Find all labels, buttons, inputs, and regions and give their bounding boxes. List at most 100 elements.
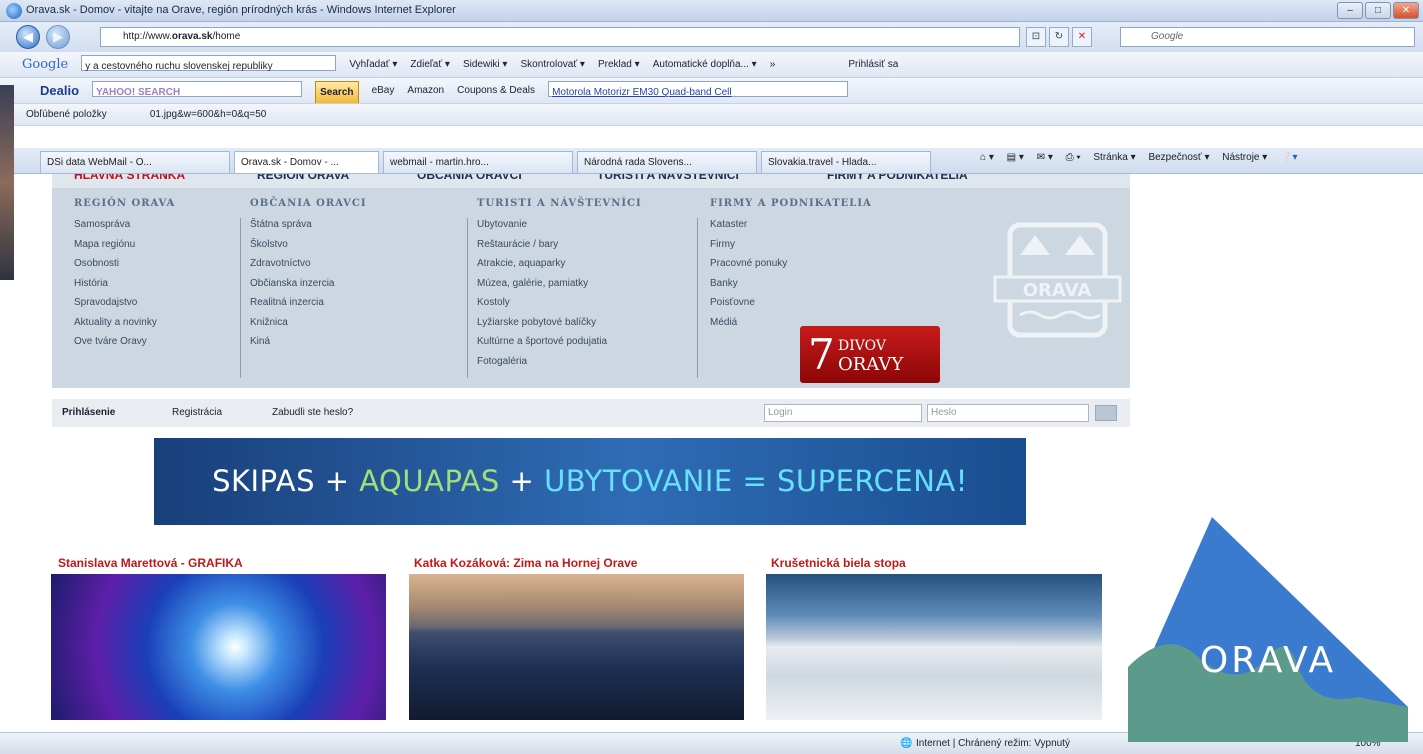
menu-col-tourists: TURISTI A NÁVŠTEVNÍCI Ubytovanie Reštaur… xyxy=(477,198,642,371)
menu-link[interactable]: Pracovné ponuky xyxy=(710,254,872,274)
google-sidewiki-button[interactable]: Sidewiki ▾ xyxy=(463,52,507,77)
google-more-button[interactable]: » xyxy=(770,52,776,77)
password-input[interactable]: Heslo xyxy=(927,404,1089,422)
google-translate-button[interactable]: Preklad ▾ xyxy=(598,52,640,77)
menu-link[interactable]: Poisťovne xyxy=(710,293,872,313)
menu-link[interactable]: Fotogaléria xyxy=(477,352,642,372)
login-submit-button[interactable] xyxy=(1095,405,1117,421)
banner-text-3: + xyxy=(499,464,545,498)
yahoo-search-input[interactable]: YAHOO! SEARCH xyxy=(92,81,303,98)
dealio-deal-link[interactable]: Motorola Motorizr EM30 Quad-band Cell xyxy=(548,81,849,98)
login-label[interactable]: Prihlásenie xyxy=(62,407,115,418)
dealio-search-button[interactable]: Search xyxy=(315,81,359,103)
menu-link[interactable]: Štátna správa xyxy=(250,215,367,235)
menu-link[interactable]: Kostoly xyxy=(477,293,642,313)
menu-link[interactable]: Realitná inzercia xyxy=(250,293,367,313)
tools-menu[interactable]: Nástroje ▾ xyxy=(1222,152,1267,163)
close-button[interactable]: ✕ xyxy=(1393,2,1419,19)
google-signin-button[interactable]: Prihlásiť sa xyxy=(848,52,898,77)
nav-home[interactable]: HLAVNÁ STRÁNKA xyxy=(74,174,185,182)
google-check-button[interactable]: Skontrolovať ▾ xyxy=(521,52,585,77)
menu-link[interactable]: Ove tváre Oravy xyxy=(74,332,175,352)
forgot-password-link[interactable]: Zabudli ste heslo? xyxy=(272,407,353,418)
promo-banner[interactable]: SKIPAS + AQUAPAS + UBYTOVANIE = SUPERCEN… xyxy=(154,438,1026,525)
article-image-2[interactable] xyxy=(409,574,744,720)
tab-webmail-dsi[interactable]: DSi data WebMail - O... xyxy=(40,151,230,173)
ie-icon xyxy=(6,3,22,19)
tab-webmail-martin[interactable]: webmail - martin.hro... xyxy=(383,151,573,173)
menu-link[interactable]: Firmy xyxy=(710,235,872,255)
coupons-link[interactable]: Coupons & Deals xyxy=(457,78,535,103)
seven-wonders-button[interactable]: 7 DIVOV ORAVY xyxy=(800,326,940,383)
article-image-1[interactable] xyxy=(51,574,386,720)
google-search-input[interactable]: y a cestovného ruchu slovenskej republik… xyxy=(81,55,337,72)
menu-link[interactable]: Školstvo xyxy=(250,235,367,255)
menu-link[interactable]: Knižnica xyxy=(250,313,367,333)
login-input[interactable]: Login xyxy=(764,404,922,422)
menu-link[interactable]: História xyxy=(74,274,175,294)
address-bar[interactable]: http://www.orava.sk/home xyxy=(100,27,1020,47)
google-autofill-button[interactable]: Automatické doplňa... ▾ xyxy=(653,52,757,77)
forward-icon[interactable]: ▶ xyxy=(46,25,70,49)
security-zone[interactable]: Internet | Chránený režim: Vypnutý xyxy=(916,738,1070,749)
menu-link[interactable]: Múzea, galérie, pamiatky xyxy=(477,274,642,294)
amazon-link[interactable]: Amazon xyxy=(407,78,444,103)
title-bar: Orava.sk - Domov - vitajte na Orave, reg… xyxy=(0,0,1423,22)
tab-slovakia-travel[interactable]: Slovakia.travel - Hlada... xyxy=(761,151,931,173)
ebay-link[interactable]: eBay xyxy=(372,78,395,103)
register-link[interactable]: Registrácia xyxy=(172,407,222,418)
window-title: Orava.sk - Domov - vitajte na Orave, reg… xyxy=(26,4,456,16)
menu-link[interactable]: Zdravotníctvo xyxy=(250,254,367,274)
url-path: /home xyxy=(212,31,241,42)
nav-companies[interactable]: FIRMY A PODNIKATELIA xyxy=(827,174,968,182)
menu-link[interactable]: Občianska inzercia xyxy=(250,274,367,294)
menu-link[interactable]: Atrakcie, aquaparky xyxy=(477,254,642,274)
menu-link[interactable]: Aktuality a novinky xyxy=(74,313,175,333)
home-icon[interactable]: ⌂ ▾ xyxy=(980,152,994,163)
tab-narodna-rada[interactable]: Národná rada Slovens... xyxy=(577,151,757,173)
safety-menu[interactable]: Bezpečnosť ▾ xyxy=(1148,152,1209,163)
feeds-icon[interactable]: ▤ ▾ xyxy=(1007,152,1024,163)
banner-text-2: AQUAPAS xyxy=(359,464,500,498)
favorites-item[interactable]: 01.jpg&w=600&h=0&q=50 xyxy=(150,104,267,125)
stop-icon[interactable]: ✕ xyxy=(1072,27,1092,47)
favorites-label[interactable]: Obľúbené položky xyxy=(26,104,107,125)
nav-tourists[interactable]: TURISTI A NÁVŠTEVNÍCI xyxy=(597,174,739,182)
print-icon[interactable]: ⎙ ▾ xyxy=(1066,152,1081,163)
article-title-2[interactable]: Katka Kozáková: Zima na Hornej Orave xyxy=(414,556,637,570)
menu-link[interactable]: Mapa regiónu xyxy=(74,235,175,255)
menu-link[interactable]: Kataster xyxy=(710,215,872,235)
menu-link[interactable]: Osobnosti xyxy=(74,254,175,274)
menu-link[interactable]: Banky xyxy=(710,274,872,294)
tab-orava[interactable]: Orava.sk - Domov - ... xyxy=(234,151,379,173)
nav-citizens[interactable]: OBČANIA ORAVCI xyxy=(417,174,522,182)
banner-text-1: SKIPAS + xyxy=(212,464,360,498)
menu-link[interactable]: Samospráva xyxy=(74,215,175,235)
help-icon[interactable]: ❔▾ xyxy=(1280,152,1297,163)
compat-view-icon[interactable]: ⊡ xyxy=(1026,27,1046,47)
article-title-1[interactable]: Stanislava Marettová - GRAFIKA xyxy=(58,556,243,570)
background-strip xyxy=(0,85,14,280)
menu-link[interactable]: Kiná xyxy=(250,332,367,352)
refresh-icon[interactable]: ↻ xyxy=(1049,27,1069,47)
menu-link[interactable]: Lyžiarske pobytové balíčky xyxy=(477,313,642,333)
menu-link[interactable]: Ubytovanie xyxy=(477,215,642,235)
minimize-button[interactable]: – xyxy=(1337,2,1363,19)
menu-link[interactable]: Reštaurácie / bary xyxy=(477,235,642,255)
dealio-toolbar: Dealio YAHOO! SEARCH Search eBay Amazon … xyxy=(0,78,1423,104)
google-share-button[interactable]: Zdieľať ▾ xyxy=(410,52,449,77)
maximize-button[interactable]: □ xyxy=(1365,2,1391,19)
menu-link[interactable]: Spravodajstvo xyxy=(74,293,175,313)
page-menu[interactable]: Stránka ▾ xyxy=(1093,152,1135,163)
google-search-button[interactable]: Vyhľadať ▾ xyxy=(349,52,397,77)
menu-separator xyxy=(240,218,241,378)
back-icon[interactable]: ◀ xyxy=(16,25,40,49)
search-field[interactable]: Google xyxy=(1120,27,1415,47)
seven-word2: ORAVY xyxy=(838,354,904,375)
banner-text-4: UBYTOVANIE = SUPERCENA! xyxy=(544,464,968,498)
menu-link[interactable]: Kultúrne a športové podujatia xyxy=(477,332,642,352)
nav-region[interactable]: REGIÓN ORAVA xyxy=(257,174,349,182)
article-title-3[interactable]: Krušetnická biela stopa xyxy=(771,556,906,570)
article-image-3[interactable] xyxy=(766,574,1102,720)
mail-icon[interactable]: ✉ ▾ xyxy=(1037,152,1053,163)
